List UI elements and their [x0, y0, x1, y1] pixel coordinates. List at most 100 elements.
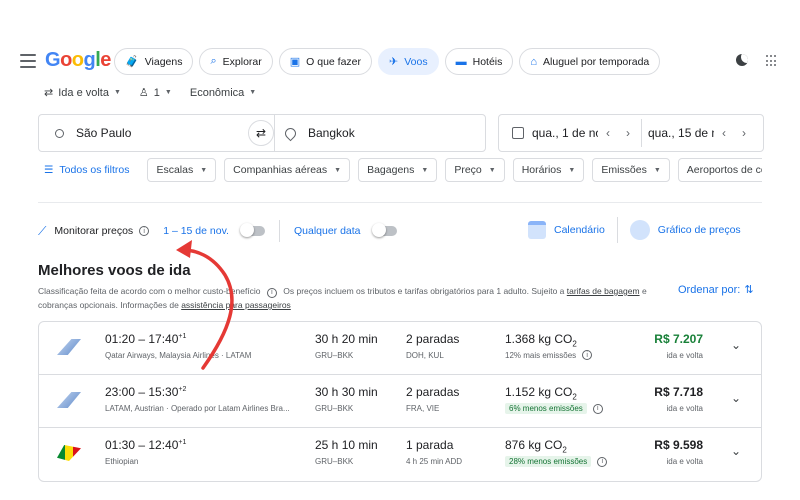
cabin-select[interactable]: Econômica ▼	[190, 86, 256, 99]
filter-chip-companhias[interactable]: Companhias aéreas ▼	[224, 158, 351, 182]
divider	[278, 220, 280, 242]
caret-down-icon: ▼	[200, 166, 208, 174]
stops-count: 1 parada	[406, 438, 454, 452]
info-icon[interactable]: i	[139, 226, 150, 236]
price-graph-button[interactable]: Gráfico de preços	[658, 224, 741, 236]
filter-sliders-icon: ☰	[44, 164, 54, 176]
stops-count: 2 paradas	[406, 332, 460, 346]
info-icon[interactable]: i	[582, 350, 593, 360]
flight-duration: 25 h 10 min	[315, 438, 378, 452]
info-icon[interactable]: i	[592, 403, 603, 414]
explore-icon: ⌕	[210, 55, 217, 67]
plane-icon: ✈	[389, 56, 399, 68]
tab-aluguel[interactable]: ⌂ Aluguel por temporada	[519, 48, 661, 75]
airline-names: Qatar Airways, Malaysia Airlines · LATAM	[105, 351, 252, 360]
apps-grid-icon[interactable]	[766, 55, 778, 67]
filter-chip-bagagens[interactable]: Bagagens ▼	[358, 158, 438, 182]
co2-emissions: 876 kg CO2	[505, 438, 567, 455]
flight-row[interactable]: 01:20 – 17:40+1 Qatar Airways, Malaysia …	[39, 322, 761, 375]
dark-mode-icon[interactable]	[736, 54, 748, 66]
filter-chip-preco[interactable]: Preço ▼	[445, 158, 505, 182]
track-dates-toggle[interactable]	[239, 223, 265, 237]
caret-down-icon: ▼	[249, 89, 257, 96]
tab-explorar[interactable]: ⌕ Explorar	[199, 48, 273, 75]
caret-down-icon: ▼	[334, 166, 342, 174]
calendar-icon	[512, 127, 524, 139]
passengers-select[interactable]: ♙ 1 ▼	[138, 86, 172, 100]
emissions-comparison: 6% menos emissões i	[505, 403, 603, 414]
return-date[interactable]: qua., 15 de nov. ‹ ›	[648, 115, 754, 151]
trip-options: ⇄ Ida e volta ▼ ♙ 1 ▼ Econômica ▼	[44, 86, 256, 100]
nav-tabs: 🧳 Viagens ⌕ Explorar ▣ O que fazer ✈ Voos ▬ H…	[114, 48, 661, 75]
tracked-date-range: 1 – 15 de nov.	[163, 225, 229, 237]
next-date-icon[interactable]: ›	[618, 126, 638, 140]
expand-chevron-icon[interactable]: ⌄	[731, 444, 741, 458]
flight-price: R$ 9.598	[654, 438, 703, 452]
stops-detail: FRA, VIE	[406, 404, 440, 413]
expand-chevron-icon[interactable]: ⌄	[731, 338, 741, 352]
destination-field[interactable]: Bangkok	[274, 114, 486, 152]
trending-line-icon: ⟋	[38, 223, 47, 238]
stops-detail: DOH, KUL	[406, 351, 444, 360]
date-divider	[641, 119, 642, 147]
sort-button[interactable]: Ordenar por: ⇅	[678, 283, 754, 297]
flight-results-list: 01:20 – 17:40+1 Qatar Airways, Malaysia …	[38, 321, 762, 482]
dates-field: qua., 1 de nov. ‹ › qua., 15 de nov. ‹ ›	[498, 114, 764, 152]
caret-down-icon: ▼	[488, 166, 496, 174]
any-date-toggle[interactable]	[371, 223, 397, 237]
filter-chip-emissoes[interactable]: Emissões ▼	[592, 158, 670, 182]
tab-viagens[interactable]: 🧳 Viagens	[114, 48, 194, 75]
divider	[616, 217, 618, 243]
filter-chip-escalas[interactable]: Escalas ▼	[147, 158, 217, 182]
info-icon[interactable]: i	[597, 456, 608, 467]
house-icon: ⌂	[530, 55, 538, 68]
origin-circle-icon	[55, 128, 64, 138]
tab-o-que-fazer[interactable]: ▣ O que fazer	[278, 48, 373, 75]
flight-row[interactable]: 01:30 – 12:40+1 Ethiopian 25 h 10 min GR…	[39, 428, 761, 481]
co2-emissions: 1.152 kg CO2	[505, 385, 577, 402]
prev-date-icon[interactable]: ‹	[598, 126, 618, 140]
airline-names: Ethiopian	[105, 457, 139, 466]
flight-row[interactable]: 23:00 – 15:30+2 LATAM, Austrian · Operad…	[39, 375, 761, 428]
next-date-icon[interactable]: ›	[734, 126, 754, 140]
results-note: Classificação feita de acordo com o melh…	[38, 286, 647, 310]
tab-voos[interactable]: ✈ Voos	[378, 48, 439, 75]
flight-times: 01:30 – 12:40	[105, 438, 179, 452]
airline-logo	[57, 392, 81, 408]
camera-icon: ▣	[289, 56, 301, 68]
flight-route: GRU–BKK	[315, 404, 354, 413]
flight-price: R$ 7.718	[654, 385, 703, 399]
filter-chip-aeroportos[interactable]: Aeroportos de conexão▼	[677, 158, 762, 182]
caret-down-icon: ▼	[113, 89, 121, 96]
calendar-icon	[528, 221, 546, 239]
flight-duration: 30 h 30 min	[315, 385, 378, 399]
menu-icon[interactable]	[20, 54, 36, 68]
passenger-assistance-link[interactable]: assistência para passageiros	[181, 300, 291, 310]
luggage-icon: 🧳	[125, 56, 139, 68]
calendar-button[interactable]: Calendário	[554, 224, 605, 236]
baggage-fees-link[interactable]: tarifas de bagagem	[567, 286, 640, 296]
price-type: ida e volta	[666, 351, 703, 360]
stops-count: 2 paradas	[406, 385, 460, 399]
any-date-label: Qualquer data	[293, 225, 361, 237]
emissions-comparison: 28% menos emissões i	[505, 456, 608, 467]
flight-route: GRU–BKK	[315, 351, 354, 360]
swap-arrows-icon: ⇄	[44, 87, 54, 99]
origin-field[interactable]: São Paulo	[38, 114, 275, 152]
info-icon[interactable]: i	[266, 288, 277, 298]
depart-date[interactable]: qua., 1 de nov. ‹ ›	[499, 115, 638, 151]
tab-hoteis[interactable]: ▬ Hotéis	[444, 48, 514, 75]
flight-route: GRU–BKK	[315, 457, 354, 466]
all-filters-button[interactable]: ☰ Todos os filtros	[40, 164, 139, 176]
person-icon: ♙	[138, 87, 149, 99]
trip-type-select[interactable]: ⇄ Ida e volta ▼	[44, 86, 121, 100]
price-graph-icon	[629, 220, 650, 240]
caret-down-icon: ▼	[421, 166, 429, 174]
filter-chip-horarios[interactable]: Horários ▼	[512, 158, 585, 182]
expand-chevron-icon[interactable]: ⌄	[731, 391, 741, 405]
view-links: Calendário Gráfico de preços	[528, 217, 741, 243]
flight-duration: 30 h 20 min	[315, 332, 378, 346]
swap-button[interactable]: ⇄	[248, 120, 274, 146]
google-logo[interactable]: Google	[45, 49, 111, 72]
prev-date-icon[interactable]: ‹	[714, 126, 734, 140]
